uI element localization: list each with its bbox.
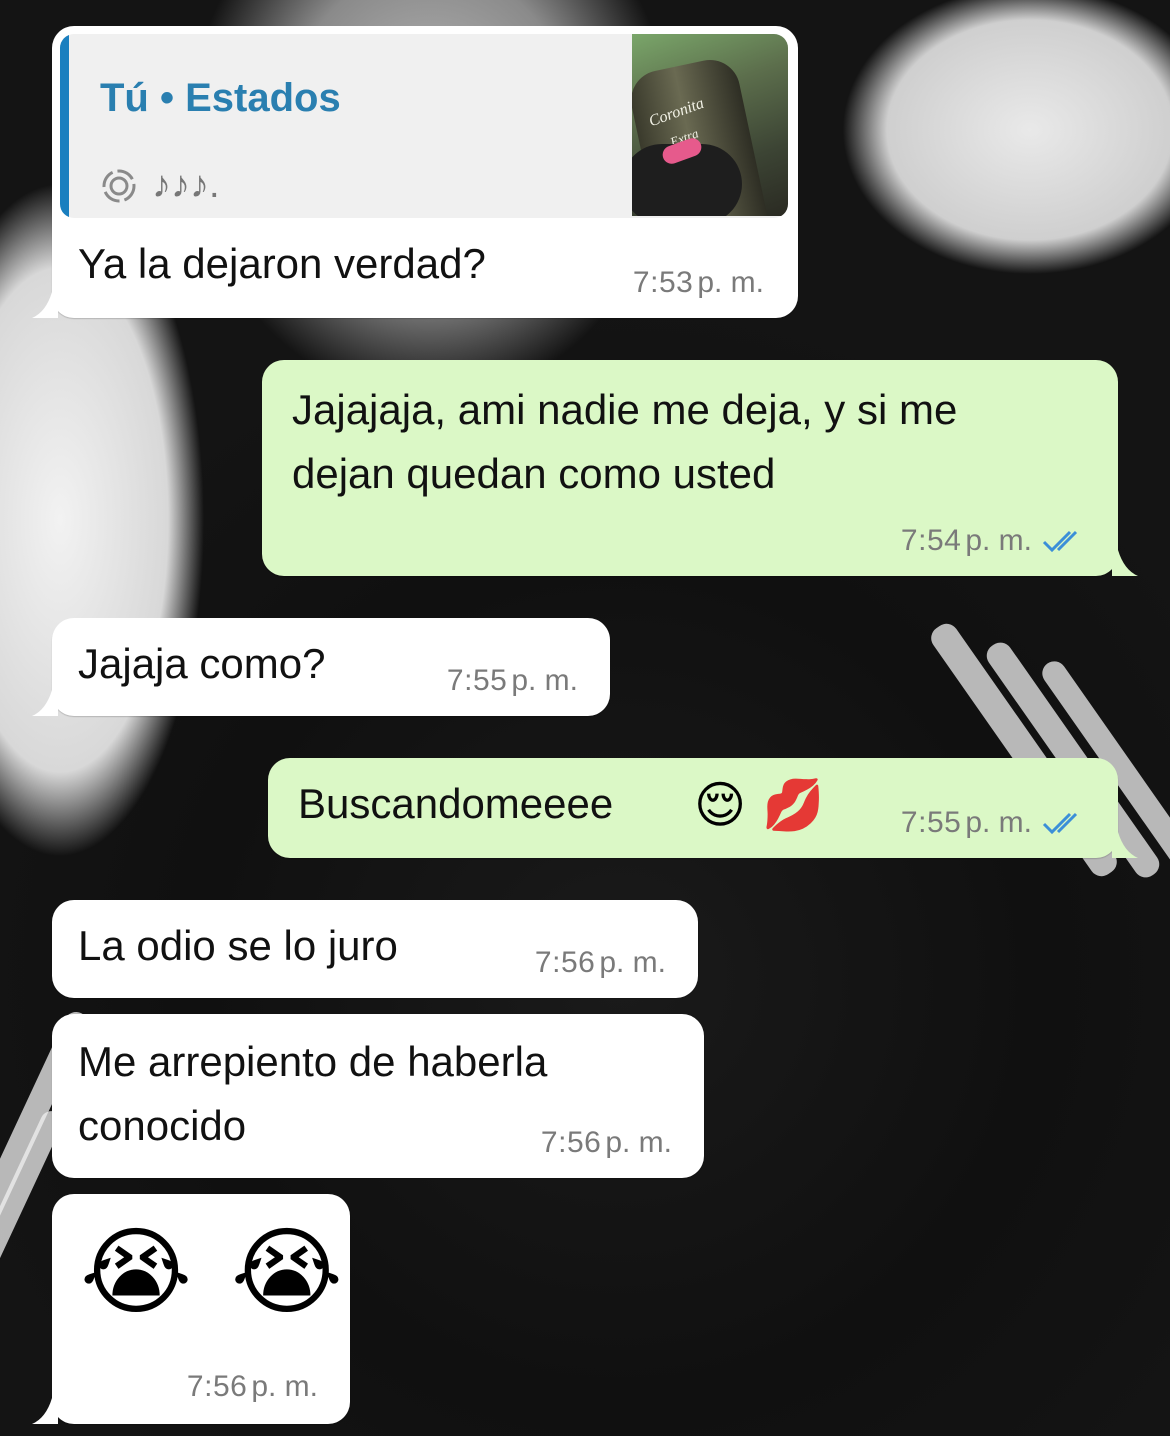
- message-bubble-outgoing[interactable]: Jajajaja, ami nadie me deja, y si me dej…: [262, 360, 1118, 576]
- message-text: Me arrepiento de haberla conocido: [78, 1038, 548, 1149]
- music-notes-text: ♪♪♪.: [152, 164, 220, 206]
- message-timestamp: 7:56 p. m.: [534, 946, 666, 979]
- quote-subtitle: ♪♪♪.: [100, 164, 220, 207]
- message-timestamp: 7:55 p. m.: [901, 806, 1088, 840]
- bubble-tail-incoming: [32, 292, 58, 318]
- quoted-status[interactable]: Tú • Estados ♪♪♪. Coronita Extra: [60, 34, 788, 218]
- message-bubble-incoming[interactable]: 😭 😭 7:56 p. m.: [52, 1194, 350, 1424]
- message-bubble-incoming[interactable]: La odio se lo juro 7:56 p. m.: [52, 900, 698, 998]
- message-text: Jajajaja, ami nadie me deja, y si me dej…: [292, 386, 958, 497]
- quote-accent-bar: [60, 34, 69, 218]
- bubble-tail-incoming: [32, 1398, 58, 1424]
- message-text: Jajaja como?: [78, 640, 326, 687]
- bubble-tail-outgoing: [1112, 832, 1138, 858]
- bubble-tail-outgoing: [1112, 550, 1138, 576]
- emoji-crying-faces: 😭 😭: [80, 1216, 347, 1328]
- read-ticks-icon: [1042, 812, 1078, 835]
- message-bubble-incoming[interactable]: Tú • Estados ♪♪♪. Coronita Extra Ya la d…: [52, 26, 798, 318]
- read-ticks-icon: [1042, 530, 1078, 553]
- message-bubble-incoming[interactable]: Me arrepiento de haberla conocido 7:56 p.…: [52, 1014, 704, 1178]
- message-text: La odio se lo juro: [78, 922, 398, 969]
- message-bubble-outgoing[interactable]: Buscandomeeee 😌 💋 7:55 p. m.: [268, 758, 1118, 858]
- quote-title: Tú • Estados: [100, 76, 341, 120]
- message-text: Buscandomeeee: [298, 780, 614, 827]
- status-ring-icon: [102, 169, 136, 202]
- message-timestamp: 7:53 p. m.: [632, 266, 764, 299]
- message-bubble-incoming[interactable]: Jajaja como? 7:55 p. m.: [52, 618, 610, 716]
- message-timestamp: 7:55 p. m.: [446, 664, 578, 697]
- status-thumbnail[interactable]: Coronita Extra: [632, 34, 788, 216]
- message-timestamp: 7:54 p. m.: [901, 524, 1088, 558]
- emoji-relieved-kiss: 😌 💋: [694, 776, 825, 834]
- message-timestamp: 7:56 p. m.: [540, 1126, 672, 1159]
- bubble-tail-incoming: [32, 690, 58, 716]
- message-timestamp: 7:56 p. m.: [186, 1370, 318, 1403]
- message-text: Ya la dejaron verdad?: [78, 240, 486, 287]
